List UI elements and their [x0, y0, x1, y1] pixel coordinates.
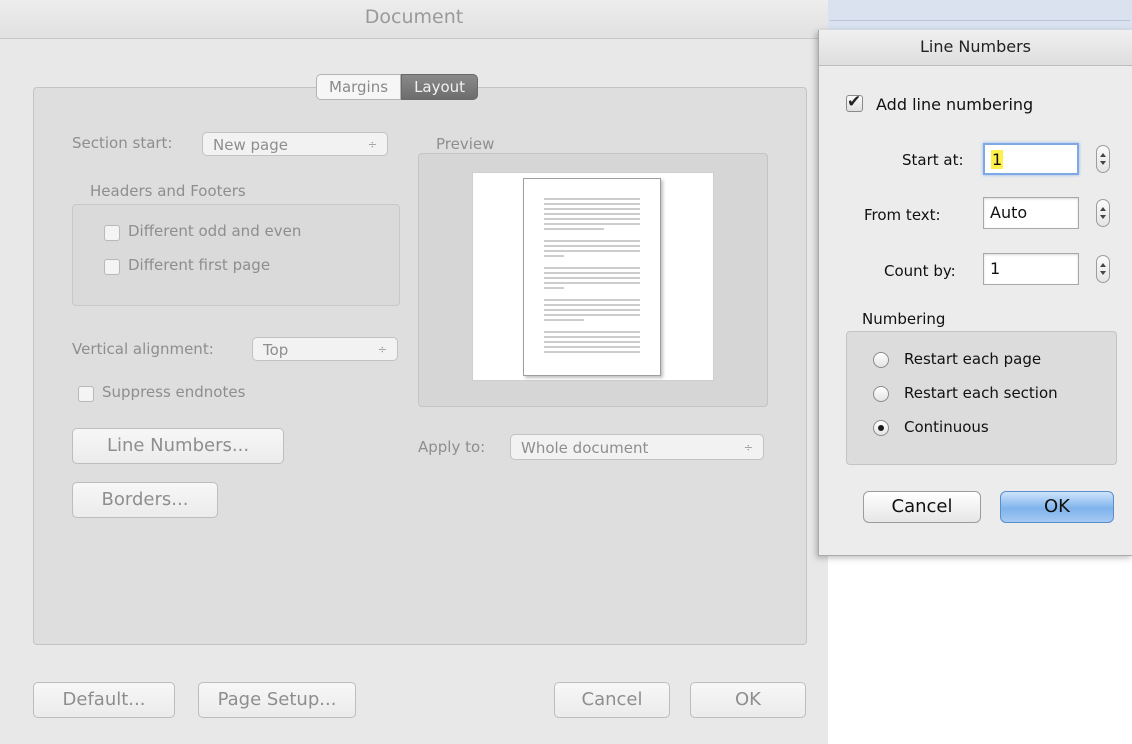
line-numbers-button[interactable]: Line Numbers...	[72, 428, 284, 464]
background-window-strip	[828, 0, 1132, 32]
popup-arrows-icon: ÷	[377, 343, 387, 356]
tab-layout[interactable]: Layout	[401, 74, 479, 100]
section-start-label: Section start:	[72, 134, 173, 152]
add-line-numbering-checkbox[interactable]	[846, 92, 863, 112]
line-numbers-cancel-button[interactable]: Cancel	[863, 491, 981, 523]
start-at-field[interactable]: 1	[983, 143, 1079, 175]
apply-to-popup[interactable]: Whole document ÷	[510, 434, 764, 460]
count-by-stepper[interactable]	[1096, 255, 1110, 283]
suppress-endnotes-label: Suppress endnotes	[102, 383, 246, 401]
diff-odd-even-label: Different odd and even	[128, 222, 302, 240]
suppress-endnotes-checkbox[interactable]	[78, 386, 94, 402]
vertical-alignment-popup[interactable]: Top ÷	[252, 337, 398, 361]
from-text-field[interactable]: Auto	[983, 197, 1079, 229]
document-title: Document	[364, 6, 464, 28]
from-text-label: From text:	[864, 206, 941, 224]
restart-each-section-label: Restart each section	[904, 384, 1058, 402]
section-start-popup[interactable]: New page ÷	[202, 132, 388, 156]
restart-each-page-radio[interactable]	[873, 352, 889, 368]
tab-group: Margins Layout	[316, 74, 479, 100]
restart-each-section-radio[interactable]	[873, 386, 889, 402]
apply-to-label: Apply to:	[418, 438, 486, 456]
borders-button[interactable]: Borders...	[72, 482, 218, 518]
numbering-label: Numbering	[862, 310, 946, 328]
line-numbers-title: Line Numbers	[919, 37, 1032, 56]
cancel-button[interactable]: Cancel	[554, 682, 670, 718]
default-button[interactable]: Default...	[33, 682, 175, 718]
vertical-alignment-value: Top	[263, 341, 289, 359]
preview-page	[523, 178, 661, 376]
continuous-label: Continuous	[904, 418, 989, 436]
add-line-numbering-label: Add line numbering	[876, 95, 1034, 114]
start-at-value: 1	[991, 150, 1004, 169]
start-at-label: Start at:	[902, 151, 964, 169]
count-by-field[interactable]: 1	[983, 253, 1079, 285]
popup-arrows-icon: ÷	[367, 138, 377, 151]
count-by-label: Count by:	[884, 262, 956, 280]
diff-first-page-label: Different first page	[128, 256, 271, 274]
ok-button[interactable]: OK	[690, 682, 806, 718]
preview-text-lines	[544, 198, 640, 353]
document-dialog: Document Margins Layout Section start: N…	[0, 0, 828, 744]
diff-odd-even-checkbox[interactable]	[104, 225, 120, 241]
from-text-stepper[interactable]	[1096, 199, 1110, 227]
apply-to-value: Whole document	[521, 439, 649, 457]
diff-first-page-checkbox[interactable]	[104, 259, 120, 275]
page-setup-button[interactable]: Page Setup...	[198, 682, 356, 718]
tab-margins[interactable]: Margins	[316, 74, 402, 100]
popup-arrows-icon: ÷	[743, 441, 753, 454]
continuous-radio[interactable]	[873, 420, 889, 436]
preview-label: Preview	[436, 135, 495, 153]
headers-footers-label: Headers and Footers	[90, 182, 246, 200]
background-divider	[830, 20, 1130, 21]
section-start-value: New page	[213, 136, 288, 154]
headers-footers-box	[72, 204, 400, 306]
start-at-stepper[interactable]	[1096, 145, 1110, 173]
restart-each-page-label: Restart each page	[904, 350, 1042, 368]
line-numbers-ok-button[interactable]: OK	[1000, 491, 1114, 523]
vertical-alignment-label: Vertical alignment:	[72, 340, 214, 358]
